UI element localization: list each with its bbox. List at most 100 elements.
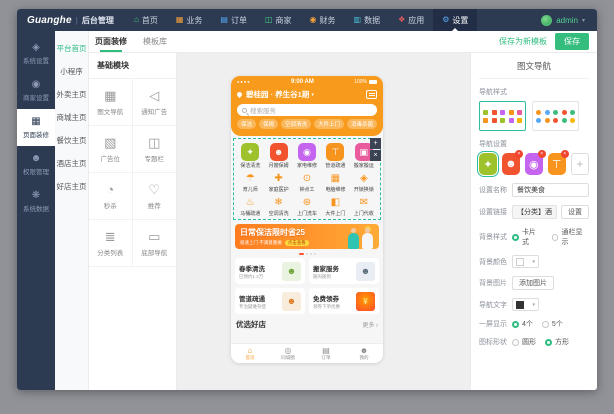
nav-style-option-2[interactable] — [532, 101, 579, 131]
save-as-template-link[interactable]: 保存为新模板 — [499, 36, 547, 47]
module-recommend[interactable]: ♡ 推荐 — [133, 173, 177, 220]
card-desc: 随叫随到 — [313, 274, 339, 280]
nav-style-option-1[interactable] — [479, 101, 526, 131]
drag-module-button[interactable]: + — [370, 138, 381, 149]
radio-card-style[interactable]: 卡片式 — [512, 227, 543, 247]
shops-more-link[interactable]: 更多 › — [362, 320, 378, 329]
service-item[interactable]: ◉ 家电维修 — [293, 143, 321, 169]
carousel-dot[interactable] — [314, 253, 316, 255]
card-free-coupon[interactable]: 免费领券 领券下单优惠 ¥ — [309, 288, 379, 314]
topnav-merchant[interactable]: ◫ 商家 — [256, 9, 301, 31]
nav-icon-appliance[interactable]: ◉× — [525, 153, 543, 175]
carousel-dot[interactable] — [306, 253, 308, 255]
radio-circle-shape[interactable]: 圆形 — [512, 337, 536, 347]
submenu-takeout-home[interactable]: 外卖主页 — [55, 83, 88, 106]
service-item[interactable]: ◈ 开锁换锁 — [350, 172, 378, 193]
service-item[interactable]: ⊛ 上门洗车 — [293, 196, 321, 217]
radio-five-per-screen[interactable]: 5个 — [542, 319, 563, 329]
submenu-shop-home[interactable]: 好店主页 — [55, 175, 88, 198]
location-text[interactable]: 碧桂园 · 养生谷1期 — [246, 89, 309, 100]
sidebar-label: 系统数据 — [23, 203, 49, 213]
banner-button[interactable]: 点击查看 — [285, 240, 309, 246]
service-item[interactable]: ✚ 家庭医护 — [264, 172, 292, 193]
selected-nav-module[interactable]: ✦ 保洁清洗 ☻ 月嫂保姆 ◉ 家电维修 — [233, 138, 381, 220]
search-input[interactable]: 搜索服务 — [237, 104, 377, 116]
sidebar-item-page-decorate[interactable]: ▦ 页面装修 — [17, 109, 55, 146]
service-item[interactable]: ☂ 育儿师 — [236, 172, 264, 193]
tab-page-decorate[interactable]: 页面装修 — [89, 31, 133, 52]
service-item[interactable]: ❄ 空调清洗 — [264, 196, 292, 217]
module-topic-bar[interactable]: ◫ 专题栏 — [133, 126, 177, 173]
topnav-data[interactable]: ▥ 数据 — [345, 9, 390, 31]
remove-module-button[interactable]: × — [370, 150, 381, 161]
remove-icon-button[interactable]: × — [561, 150, 569, 158]
carousel-dot-active[interactable] — [299, 253, 304, 255]
topnav-apps[interactable]: ❖ 应用 — [389, 9, 433, 31]
submenu-mall-home[interactable]: 商城主页 — [55, 106, 88, 129]
nav-icon-nanny[interactable]: ☻× — [502, 153, 520, 175]
card-spring-cleaning[interactable]: 春季清洗 已预约1.2万 ☻ — [235, 258, 305, 284]
submenu-platform-home[interactable]: 平台首页 — [55, 37, 88, 60]
name-input[interactable] — [512, 183, 589, 197]
nav-icon-pipe[interactable]: ⊤× — [548, 153, 566, 175]
message-icon[interactable] — [366, 90, 377, 99]
nav-icon-cleaning[interactable]: ✦ — [479, 153, 497, 175]
module-ad-slot[interactable]: ▧ 广告位 — [89, 126, 133, 173]
tab-home[interactable]: ⌂ 首页 — [231, 344, 269, 363]
save-button[interactable]: 保存 — [555, 33, 589, 50]
add-nav-icon-button[interactable]: + — [571, 153, 589, 175]
nav-text-color-dropdown[interactable]: ▾ — [512, 298, 539, 311]
sidebar-item-permissions[interactable]: ☻ 权限管理 — [17, 146, 55, 183]
service-item[interactable]: ◧ 大件上门 — [321, 196, 349, 217]
carousel-dot[interactable] — [310, 253, 312, 255]
user-menu[interactable]: admin ▾ — [541, 15, 597, 26]
sidebar-item-merchant-settings[interactable]: ◉ 商家设置 — [17, 72, 55, 109]
tag-xiaodu[interactable]: 消毒杀菌 — [347, 119, 377, 129]
link-set-button[interactable]: 设置 — [561, 205, 589, 219]
topnav-settings[interactable]: ⚙ 设置 — [433, 9, 477, 31]
service-item[interactable]: ⊙ 钟点工 — [293, 172, 321, 193]
topnav-business[interactable]: ▦ 业务 — [167, 9, 212, 31]
radio-four-per-screen[interactable]: 4个 — [512, 319, 533, 329]
card-pipe-dredge[interactable]: 管道疏通 专治疑难杂症 ☻ — [235, 288, 305, 314]
module-flash-sale[interactable]: ◔ 秒杀 — [89, 173, 133, 220]
sidebar-item-system-settings[interactable]: ◈ 系统设置 — [17, 35, 55, 72]
module-category-list[interactable]: ≣ 分类列表 — [89, 220, 133, 267]
service-item[interactable]: ✉ 上门代收 — [350, 196, 378, 217]
tab-profile[interactable]: ☻ 我的 — [345, 344, 383, 363]
topnav-finance[interactable]: ◉ 财务 — [301, 9, 345, 31]
submenu-restaurant-home[interactable]: 餐饮主页 — [55, 129, 88, 152]
module-palette: 基础模块 ▦ 图文导航 ◁ 通知广告 ▧ 广告位 — [89, 53, 177, 390]
tag-kongtiao[interactable]: 空调清洗 — [281, 119, 311, 129]
module-image-text-nav[interactable]: ▦ 图文导航 — [89, 79, 133, 126]
tab-template-library[interactable]: 模板库 — [133, 31, 177, 52]
module-notice-ad[interactable]: ◁ 通知广告 — [133, 79, 177, 126]
service-item[interactable]: ♨ 马桶疏通 — [236, 196, 264, 217]
card-moving-service[interactable]: 搬家服务 随叫随到 ☻ — [309, 258, 379, 284]
add-image-button[interactable]: 添加图片 — [512, 276, 554, 290]
promo-banner[interactable]: 日常保洁限时省25 极速上门 不满意重做 点击查看 — [235, 224, 379, 249]
module-label: 底部导航 — [141, 247, 167, 257]
link-input[interactable] — [512, 205, 557, 219]
remove-icon-button[interactable]: × — [515, 150, 523, 158]
tag-baojie[interactable]: 保洁 — [237, 119, 256, 129]
service-item[interactable]: ☻ 月嫂保姆 — [264, 143, 292, 169]
service-item[interactable]: ▦ 电脑维修 — [321, 172, 349, 193]
remove-icon-button[interactable]: × — [538, 150, 546, 158]
tab-city-circle[interactable]: ◎ 同城圈 — [269, 344, 307, 363]
service-item[interactable]: ✦ 保洁清洗 — [236, 143, 264, 169]
module-bottom-nav[interactable]: ▭ 底部导航 — [133, 220, 177, 267]
service-item[interactable]: ⊤ 管道疏通 — [321, 143, 349, 169]
chevron-down-icon: ▾ — [532, 259, 535, 265]
bg-color-dropdown[interactable]: ▾ — [512, 255, 539, 268]
radio-square-shape[interactable]: 方形 — [545, 337, 569, 347]
submenu-hotel-home[interactable]: 酒店主页 — [55, 152, 88, 175]
submenu-mini-program[interactable]: 小程序 — [55, 60, 88, 83]
tab-orders[interactable]: ▤ 订单 — [307, 344, 345, 363]
tag-baomu[interactable]: 保姆 — [259, 119, 278, 129]
topnav-orders[interactable]: ▤ 订单 — [211, 9, 256, 31]
topnav-home[interactable]: ⌂ 首页 — [125, 9, 167, 31]
sidebar-item-system-data[interactable]: ❋ 系统数据 — [17, 183, 55, 220]
tag-dajian[interactable]: 大件上门 — [314, 119, 344, 129]
radio-fullwidth-style[interactable]: 通栏显示 — [552, 227, 589, 247]
